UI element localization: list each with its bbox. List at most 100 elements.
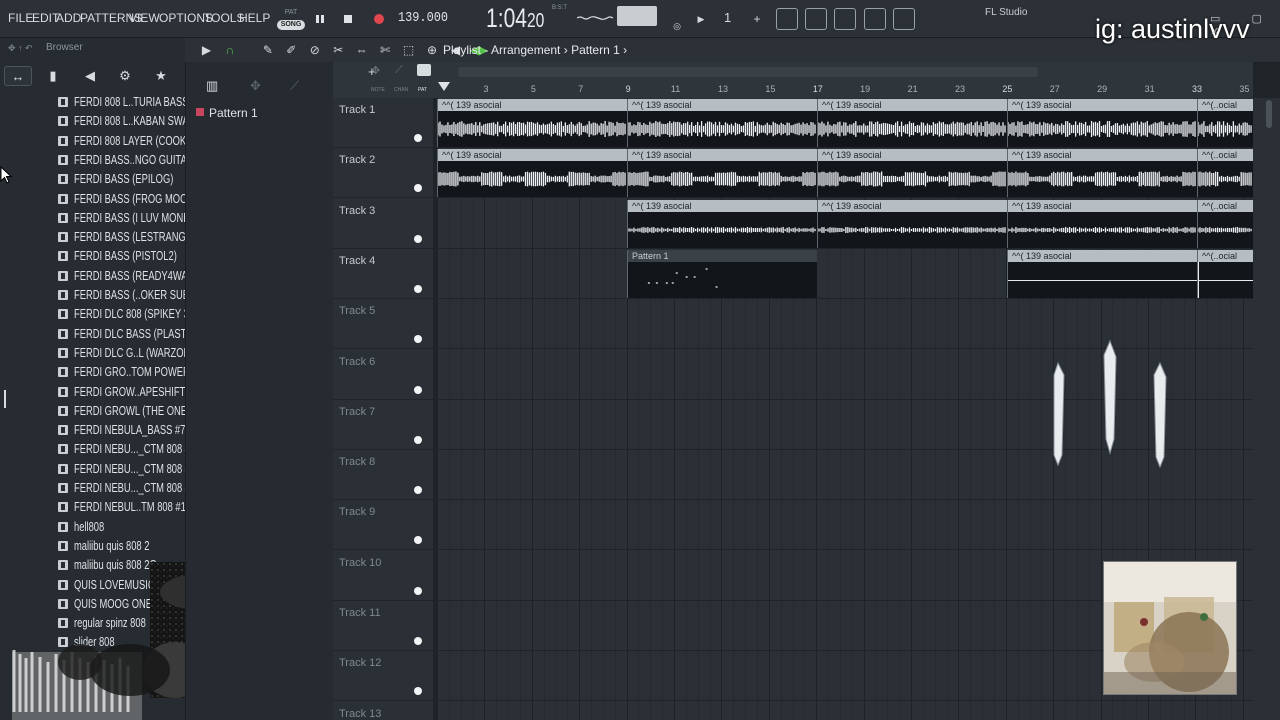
- browser-file-item[interactable]: FERDI 808 L..KABAN SWAG): [58, 111, 185, 130]
- browser-file-item[interactable]: FERDI NEBU..._CTM 808 #5: [58, 459, 185, 478]
- browser-file-item[interactable]: FERDI NEBUL..TM 808 #14: [58, 497, 185, 516]
- audio-clip[interactable]: ^^( 139 asocial: [817, 199, 1007, 248]
- browser-file-item[interactable]: FERDI BASS (I LUV MONEY): [58, 208, 185, 227]
- browser-file-item[interactable]: FERDI GROW..APESHIFTER): [58, 382, 185, 401]
- browser-files-tab-icon[interactable]: ▮: [39, 66, 67, 86]
- move-icon[interactable]: ✥: [250, 78, 261, 94]
- grid-track-lane[interactable]: [437, 702, 1253, 720]
- playlist-options-icon[interactable]: ▶: [197, 43, 216, 57]
- track-header[interactable]: Track 13: [333, 702, 433, 720]
- menu-file[interactable]: FILE: [8, 11, 33, 25]
- paint-tool-icon[interactable]: ✐: [282, 43, 301, 57]
- browser-nav-icons[interactable]: ✥ ↑ ↶: [8, 43, 33, 54]
- mixer-view-icon[interactable]: [864, 8, 886, 30]
- chan-filter-icon[interactable]: ⟋: [395, 64, 403, 77]
- track-mute-led[interactable]: [414, 284, 422, 293]
- track-mute-led[interactable]: [414, 486, 422, 495]
- add-pattern-icon[interactable]: +: [749, 11, 765, 27]
- draw-tool-icon[interactable]: ✎: [258, 43, 277, 57]
- track-header[interactable]: Track 2: [333, 148, 433, 199]
- browser-plugins-tab-icon[interactable]: ⚙: [111, 66, 139, 86]
- track-header[interactable]: Track 9: [333, 500, 433, 551]
- browser-file-item[interactable]: maliibu quis 808 2: [58, 536, 183, 555]
- horizontal-scrollbar[interactable]: [458, 67, 1038, 77]
- track-mute-led[interactable]: [414, 435, 422, 444]
- track-header[interactable]: Track 6: [333, 350, 433, 400]
- piano-roll-view-icon[interactable]: [805, 8, 827, 30]
- browser-file-item[interactable]: FERDI DLC 808 (SPIKEY 3): [58, 304, 185, 323]
- pause-icon[interactable]: [312, 11, 328, 27]
- browser-file-item[interactable]: FERDI DLC BASS (PLASTIC): [58, 324, 185, 343]
- audio-clip[interactable]: ^^( 139 asocial: [1007, 199, 1197, 248]
- browser-file-item[interactable]: FERDI NEBU..._CTM 808 #3: [58, 439, 185, 458]
- menu-view[interactable]: VIEW: [129, 11, 160, 25]
- record-icon[interactable]: [371, 11, 387, 27]
- pattern-number[interactable]: 1: [724, 10, 731, 25]
- snap-magnet-icon[interactable]: ∩: [220, 43, 239, 57]
- track-mute-led[interactable]: [414, 536, 422, 545]
- vertical-scrollbar[interactable]: [1253, 98, 1280, 720]
- audio-clip[interactable]: ^^( 139 asocial: [437, 99, 627, 147]
- browser-speaker-tab-icon[interactable]: ◀: [76, 66, 104, 86]
- browser-file-item[interactable]: FERDI GRO..TOM POWER): [58, 362, 185, 381]
- audio-clip[interactable]: ^^( 139 asocial: [437, 149, 627, 198]
- track-header[interactable]: Track 11: [333, 601, 433, 651]
- browser-file-item[interactable]: hell808: [58, 517, 183, 536]
- timeline-ruler[interactable]: 3 5 7 9 11 13 15 17 19 21 23 25 27 29 31 33 35: [433, 62, 1253, 98]
- channel-rack-view-icon[interactable]: [834, 8, 856, 30]
- browser-file-item[interactable]: FERDI BASS (..OKER SUB 1): [58, 285, 185, 304]
- vertical-scrollbar-thumb[interactable]: [1266, 100, 1272, 128]
- audio-clip[interactable]: ^^( 139 asocial: [817, 149, 1007, 198]
- browser-favorites-tab-icon[interactable]: ★: [147, 66, 175, 86]
- browser-file-item[interactable]: FERDI 808 L..TURIA BASS+): [58, 92, 185, 111]
- track-header[interactable]: Track 3: [333, 199, 433, 249]
- slice-tool-icon[interactable]: ✄: [376, 43, 395, 57]
- browser-file-item[interactable]: FERDI DLC G..L (WARZONE): [58, 343, 185, 362]
- browser-file-item[interactable]: FERDI NEBULA_BASS #7: [58, 420, 185, 439]
- browser-file-item[interactable]: FERDI BASS (FROG MOOG): [58, 189, 185, 208]
- select-tool-icon[interactable]: ⬚: [399, 43, 418, 57]
- track-mute-led[interactable]: [414, 586, 422, 595]
- audio-clip[interactable]: ^^( 139 asocial: [817, 99, 1007, 147]
- track-header[interactable]: Track 1: [333, 98, 433, 148]
- audio-clip[interactable]: ^^(..ocial: [1197, 99, 1253, 147]
- pattern-clip[interactable]: Pattern 1: [627, 249, 817, 298]
- delete-tool-icon[interactable]: ⊘: [305, 43, 324, 57]
- zoom-tool-icon[interactable]: ⊕: [423, 43, 442, 57]
- browser-file-item[interactable]: FERDI BASS (EPILOG): [58, 169, 183, 188]
- track-header[interactable]: Track 12: [333, 651, 433, 702]
- audio-clip[interactable]: ^^( 139 asocial: [627, 199, 817, 248]
- browser-file-item[interactable]: FERDI BASS (PISTOL2): [58, 246, 183, 265]
- track-header[interactable]: Track 8: [333, 450, 433, 501]
- mute-tool-icon[interactable]: ✂: [329, 43, 348, 57]
- track-header[interactable]: Track 10: [333, 551, 433, 601]
- browser-file-item[interactable]: FERDI NEBU..._CTM 808 #7: [58, 478, 185, 497]
- metronome-icon[interactable]: ◎: [669, 18, 685, 34]
- audio-clip[interactable]: ^^( 139 asocial: [1007, 99, 1197, 147]
- menu-help[interactable]: HELP: [239, 11, 270, 25]
- audio-clip[interactable]: ^^(..ocial: [1197, 199, 1253, 248]
- stop-icon[interactable]: [340, 11, 356, 27]
- browser-file-item[interactable]: FERDI BASS (READY4WAR): [58, 266, 185, 285]
- playlist-view-icon[interactable]: [776, 8, 798, 30]
- link-icon[interactable]: ⟋: [290, 78, 299, 94]
- track-header[interactable]: Track 7: [333, 400, 433, 450]
- browser-file-item[interactable]: FERDI BASS..NGO GUITAR): [58, 150, 185, 169]
- browser-file-item[interactable]: FERDI BASS (LESTRANGE2): [58, 227, 185, 246]
- track-header[interactable]: Track 5: [333, 299, 433, 350]
- grid-track-lane[interactable]: [437, 500, 1253, 551]
- tempo-display[interactable]: 139.000: [398, 10, 448, 26]
- track-mute-led[interactable]: [414, 234, 422, 243]
- pat-song-toggle[interactable]: PAT SONG: [277, 9, 305, 31]
- slip-tool-icon[interactable]: ⇔: [352, 43, 371, 57]
- track-header[interactable]: Track 4: [333, 249, 433, 299]
- picker-pattern-item[interactable]: Pattern 1: [196, 106, 258, 120]
- piano-icon[interactable]: ▥: [206, 78, 218, 94]
- menu-add[interactable]: ADD: [56, 11, 81, 25]
- plugin-view-icon[interactable]: [893, 8, 915, 30]
- playhead-marker[interactable]: [438, 82, 450, 91]
- note-filter-icon[interactable]: ✥: [371, 64, 380, 77]
- audio-clip[interactable]: ^^(..ocial: [1197, 149, 1253, 198]
- track-mute-led[interactable]: [414, 184, 422, 193]
- audio-clip[interactable]: ^^( 139 asocial: [627, 149, 817, 198]
